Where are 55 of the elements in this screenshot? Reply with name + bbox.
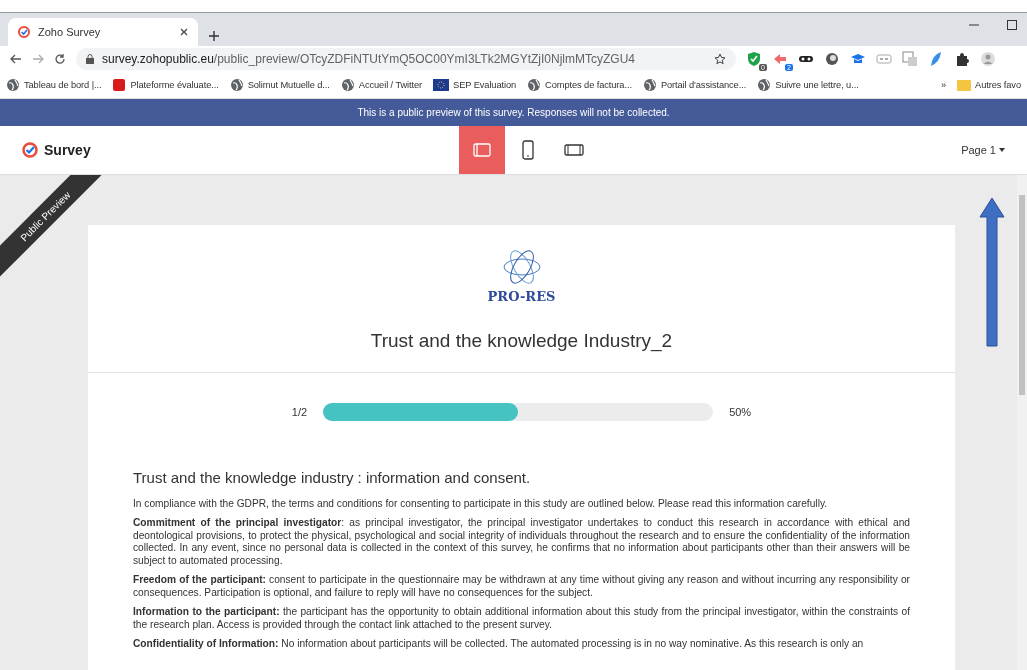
- paragraph: In compliance with the GDPR, the terms and conditions for consenting to participate in this study are outlined below. Please read this information carefully.: [133, 498, 829, 511]
- paragraph: Information to the participant: the participant has the opportunity to obtain additional information about this study from the principal investigator, within the constraints of the research plan. Access is provided through the contact link attached to the present survey.: [133, 606, 910, 631]
- puzzle-icon[interactable]: [954, 51, 970, 67]
- globe-icon: [340, 78, 355, 92]
- tablet-icon: [564, 144, 584, 156]
- arrows-icon[interactable]: [772, 51, 788, 67]
- phone-icon: [522, 140, 534, 160]
- bookmark-link[interactable]: Comptes de factura...: [545, 80, 632, 90]
- square-icon: [112, 78, 127, 92]
- globe-icon: [527, 78, 542, 92]
- globe-icon: [757, 78, 772, 92]
- new-tab-icon[interactable]: [208, 30, 220, 42]
- survey-title: Trust and the knowledge Industry_2: [88, 304, 955, 373]
- logo-text: PRO-RES: [487, 289, 556, 304]
- paragraph: Confidentiality of Information: No information about participants will be collected. The automated processing is in no way nominative. As this research is only an: [133, 637, 865, 651]
- progress-percent: 50%: [729, 406, 752, 418]
- reload-icon[interactable]: [54, 53, 66, 65]
- globe-icon: [6, 78, 20, 92]
- browser-tab[interactable]: Zoho Survey: [8, 18, 198, 46]
- bookmark-link[interactable]: Solimut Mutuelle d...: [247, 80, 330, 90]
- scrollbar[interactable]: [1017, 175, 1027, 670]
- caret-icon: [999, 148, 1005, 152]
- address-field[interactable]: survey.zohopublic.eu/public_preview/OTcyZDFiNTUtYmQ5OC00YmI3LTk2MGYtZjI0NjlmMTcyZGU4: [76, 48, 736, 70]
- avatar-icon[interactable]: [980, 51, 996, 67]
- globe-icon: [229, 78, 244, 92]
- bookmark-link[interactable]: Tableau de bord |...: [24, 80, 102, 90]
- folder-icon: [957, 79, 972, 91]
- device-preview-button[interactable]: [459, 126, 505, 174]
- lock-icon: [86, 54, 94, 64]
- star-icon[interactable]: [714, 53, 726, 65]
- desktop-icon: [473, 143, 491, 157]
- bookmark-link[interactable]: Accueil / Twitter: [358, 80, 423, 90]
- brand-name: Survey: [44, 142, 91, 158]
- feather-icon[interactable]: [928, 51, 944, 67]
- bookmark-link[interactable]: SEP Evaluation: [453, 80, 517, 90]
- bookmark-link[interactable]: Suivre une lettre, u...: [775, 80, 859, 90]
- page-counter: 1/2: [291, 406, 308, 418]
- bookmark-link[interactable]: Portail d'assistance...: [660, 80, 747, 90]
- close-icon[interactable]: [180, 28, 188, 36]
- back-icon[interactable]: [10, 54, 22, 64]
- more-bookmarks-button[interactable]: »: [941, 80, 947, 90]
- circle-icon[interactable]: [824, 51, 840, 67]
- preview-banner: This is a public preview of this survey. Responses will not be collected.: [0, 99, 1027, 126]
- bookmark-link[interactable]: Plateforme évaluate...: [130, 80, 219, 90]
- shield-icon[interactable]: [746, 51, 762, 67]
- page-dropdown[interactable]: Page 1: [961, 144, 996, 156]
- flag-icon: [433, 79, 450, 91]
- maximize-icon[interactable]: [1007, 19, 1017, 30]
- globe-icon: [642, 78, 657, 92]
- survey-logo-icon: [22, 142, 38, 158]
- paragraph: Commitment of the principal investigator: as principal investigator, the principal investigator undertakes to conduct this research in accordance with ethical and deontological provisions, to protect the physical, psychological and social integrity of individuals throughout the research and to ensure the confidentiality of the information collected. In any event, since no personal data is collected in the context of this survey, he confirms that no information about participants other than their answers will be subject to automated processing.: [133, 517, 910, 568]
- check-logo-icon: [18, 26, 30, 38]
- bookmark-folder[interactable]: Autres favo: [975, 80, 1021, 90]
- section-heading: Trust and the knowledge industry : information and consent.: [133, 469, 532, 486]
- paragraph: Freedom of the participant: consent to participate in the questionnaire may be withdrawn at any time without giving any reason and without incurring any responsibility or consequences. Participation is optional, and failure to reply will have no consequences for the subject.: [133, 574, 910, 600]
